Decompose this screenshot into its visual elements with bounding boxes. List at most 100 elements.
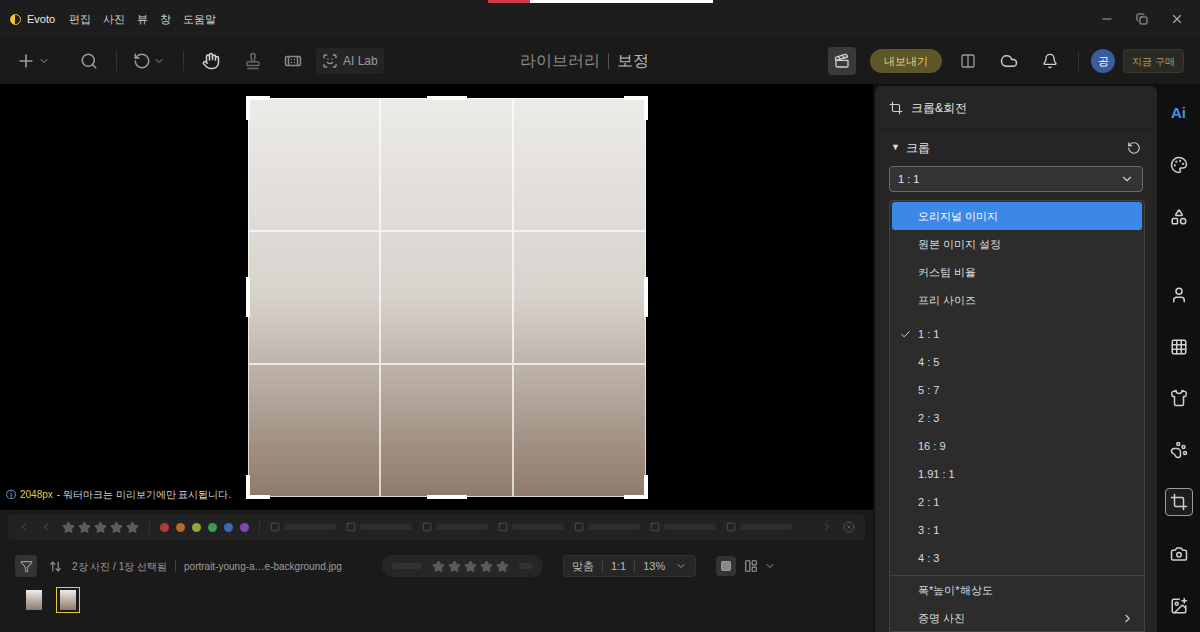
crop-handle[interactable]: [624, 475, 648, 499]
filter-chip[interactable]: [650, 522, 716, 532]
menu-option[interactable]: 원본 이미지 설정: [892, 230, 1142, 258]
menu-item[interactable]: 편집: [69, 11, 91, 28]
filter-chip[interactable]: [346, 522, 412, 532]
menu-item[interactable]: 사진: [103, 11, 125, 28]
thumbnail[interactable]: [22, 587, 46, 613]
chevron-left-icon[interactable]: [40, 521, 52, 533]
menu-option[interactable]: 4 : 3: [892, 544, 1142, 572]
star-icon[interactable]: [480, 560, 493, 573]
color-dot[interactable]: [176, 523, 185, 532]
star-icon[interactable]: [448, 560, 461, 573]
zoom-select[interactable]: 13%: [635, 558, 695, 575]
crop-handle[interactable]: [427, 495, 467, 499]
actual-size-button[interactable]: 1:1: [603, 558, 634, 575]
color-dot[interactable]: [224, 523, 233, 532]
plus-icon[interactable]: [16, 51, 36, 71]
crop-handle[interactable]: [427, 96, 467, 100]
menu-option[interactable]: 16 : 9: [892, 432, 1142, 460]
menu-item[interactable]: 창: [160, 11, 171, 28]
tool-strip-item[interactable]: [1165, 424, 1193, 476]
filter-stars[interactable]: [62, 521, 139, 534]
tool-strip-item[interactable]: [1165, 191, 1193, 243]
rating-stars[interactable]: [432, 560, 509, 573]
mode-tab[interactable]: 보정: [617, 49, 649, 73]
menu-option[interactable]: 1.91 : 1: [892, 460, 1142, 488]
canvas[interactable]: ⓘ2048px- 워터마크는 미리보기에만 표시됩니다.: [0, 84, 873, 510]
tool-strip-item[interactable]: [1165, 476, 1193, 528]
star-icon[interactable]: [110, 521, 123, 534]
ratio-select[interactable]: 1 : 1: [889, 166, 1143, 192]
menu-option[interactable]: 1 : 1: [892, 320, 1142, 348]
preset-button[interactable]: [828, 47, 856, 75]
tool-strip-item[interactable]: [1165, 580, 1193, 632]
chevron-down-icon[interactable]: [153, 55, 165, 67]
buy-button[interactable]: 지금 구매: [1123, 49, 1184, 73]
chevron-left-icon[interactable]: [18, 521, 30, 533]
export-button[interactable]: 내보내기: [870, 49, 942, 73]
menu-option[interactable]: 4 : 5: [892, 348, 1142, 376]
chevron-right-icon[interactable]: [821, 521, 833, 533]
filter-chip[interactable]: [574, 522, 640, 532]
sort-icon[interactable]: [49, 560, 62, 573]
crop-handle[interactable]: [644, 277, 648, 317]
split-view-icon[interactable]: [744, 559, 758, 573]
search-icon[interactable]: [80, 52, 98, 70]
color-dot[interactable]: [160, 523, 169, 532]
hand-icon[interactable]: [202, 52, 220, 70]
close-icon[interactable]: [1170, 12, 1184, 26]
star-icon[interactable]: [432, 560, 445, 573]
undo-button[interactable]: [133, 52, 165, 70]
menu-item[interactable]: 도움말: [183, 11, 216, 28]
crop-handle[interactable]: [246, 96, 270, 120]
stamp-icon[interactable]: [244, 52, 262, 70]
view-single-button[interactable]: [716, 556, 736, 576]
menu-option[interactable]: 오리지널 이미지: [892, 202, 1142, 230]
color-dot[interactable]: [192, 523, 201, 532]
thumbnail[interactable]: [56, 587, 80, 613]
crop-handle[interactable]: [246, 475, 270, 499]
menu-option[interactable]: 5 : 7: [892, 376, 1142, 404]
menu-option[interactable]: 증명 사진: [892, 604, 1142, 632]
add-button[interactable]: [16, 51, 50, 71]
minimize-icon[interactable]: [1100, 12, 1114, 26]
color-dot[interactable]: [208, 523, 217, 532]
menu-option[interactable]: 폭*높이*해상도: [892, 576, 1142, 604]
filter-chip[interactable]: [270, 522, 336, 532]
tool-strip-item[interactable]: [1165, 139, 1193, 191]
star-icon[interactable]: [78, 521, 91, 534]
filter-chip[interactable]: [498, 522, 564, 532]
bandage-icon[interactable]: [284, 52, 302, 70]
tool-strip-item[interactable]: [1165, 373, 1193, 425]
menu-option[interactable]: 커스텀 비율: [892, 258, 1142, 286]
mode-tab[interactable]: 라이브러리: [520, 49, 600, 73]
compare-icon[interactable]: [960, 53, 976, 69]
filter-chip[interactable]: [422, 522, 488, 532]
reset-icon[interactable]: [1127, 141, 1141, 155]
cloud-icon[interactable]: [1000, 52, 1018, 70]
bell-icon[interactable]: [1042, 53, 1058, 69]
star-icon[interactable]: [62, 521, 75, 534]
chevron-down-icon[interactable]: [764, 560, 776, 572]
fit-button[interactable]: 맞춤: [564, 558, 602, 575]
menu-option[interactable]: 프리 사이즈: [892, 286, 1142, 314]
menu-item[interactable]: 뷰: [137, 11, 148, 28]
menu-option[interactable]: 2 : 3: [892, 404, 1142, 432]
menu-option[interactable]: 2 : 1: [892, 488, 1142, 516]
crop-handle[interactable]: [624, 96, 648, 120]
star-icon[interactable]: [464, 560, 477, 573]
star-icon[interactable]: [94, 521, 107, 534]
restore-icon[interactable]: [1136, 13, 1148, 25]
crop-handle[interactable]: [246, 277, 250, 317]
ai-lab-button[interactable]: AI Lab: [316, 48, 384, 74]
crop-section-header[interactable]: ▼크롭: [875, 130, 1157, 166]
undo-icon[interactable]: [133, 52, 151, 70]
tool-strip-item[interactable]: [1165, 269, 1193, 321]
filter-chip[interactable]: [726, 522, 792, 532]
close-filter-icon[interactable]: [843, 521, 855, 533]
menu-option[interactable]: 3 : 1: [892, 516, 1142, 544]
star-icon[interactable]: [126, 521, 139, 534]
photo[interactable]: [248, 98, 646, 497]
tool-strip-item[interactable]: [1165, 321, 1193, 373]
star-icon[interactable]: [496, 560, 509, 573]
tool-strip-item[interactable]: Ai: [1165, 87, 1193, 139]
